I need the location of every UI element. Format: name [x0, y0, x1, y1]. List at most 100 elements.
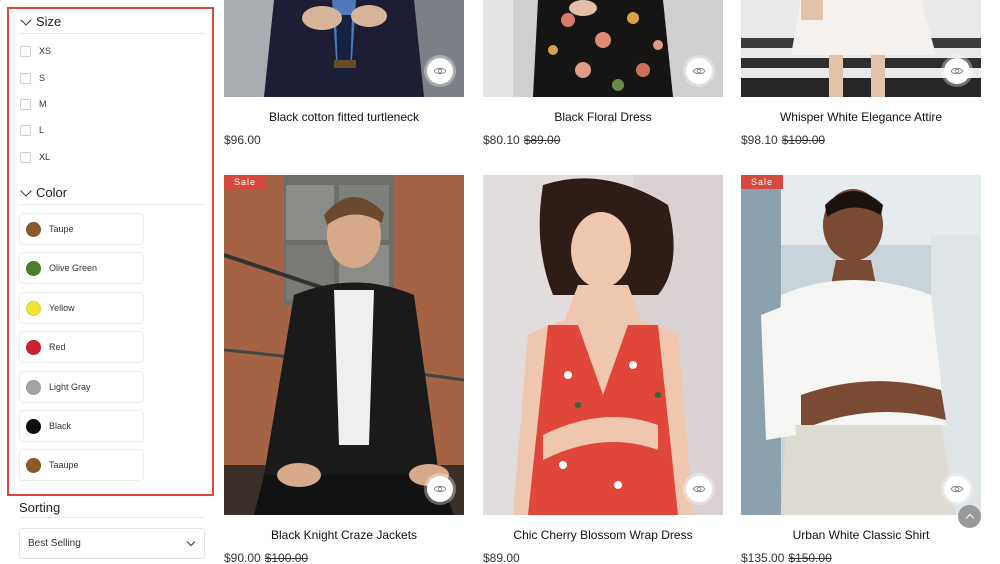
product-card: Sale Black Knight Craze Jackets $90.00 $1… [224, 175, 464, 564]
quick-view-button[interactable] [686, 476, 712, 502]
color-swatch [26, 418, 41, 434]
sale-badge: Sale [224, 175, 266, 189]
color-option-label: Taupe [49, 224, 74, 234]
color-option-red[interactable]: Red [19, 331, 144, 363]
size-option-m[interactable]: M [20, 96, 47, 112]
product-photo-leather-jacket [224, 175, 464, 515]
size-option-label: S [39, 73, 46, 83]
color-option-taaupe[interactable]: Taaupe [19, 449, 144, 481]
color-swatch [26, 221, 41, 237]
product-photo-suit [224, 0, 464, 97]
product-title[interactable]: Chic Cherry Blossom Wrap Dress [483, 528, 723, 542]
sale-badge: Sale [741, 175, 783, 189]
quick-view-button[interactable] [686, 58, 712, 84]
color-option-label: Red [49, 342, 66, 352]
product-title[interactable]: Whisper White Elegance Attire [741, 110, 981, 124]
size-option-label: M [39, 99, 47, 109]
color-option-black[interactable]: Black [19, 410, 144, 442]
product-title[interactable]: Black cotton fitted turtleneck [224, 110, 464, 124]
product-photo-cherry-dress [483, 175, 723, 515]
color-swatch [26, 260, 41, 276]
color-option-label: Black [49, 421, 72, 431]
eye-icon [433, 485, 447, 493]
eye-icon [950, 485, 964, 493]
color-option-olive-green[interactable]: Olive Green [19, 252, 144, 284]
eye-icon [950, 67, 964, 75]
chevron-down-icon [186, 537, 196, 547]
color-option-label: Light Gray [49, 382, 91, 392]
product-image[interactable] [741, 0, 981, 97]
product-card: Chic Cherry Blossom Wrap Dress $89.00 [483, 175, 723, 564]
checkbox[interactable] [20, 45, 31, 57]
color-swatch [26, 300, 41, 316]
quick-view-button[interactable] [427, 476, 453, 502]
product-price: $135.00 $150.00 [741, 551, 832, 564]
chevron-down-icon [20, 184, 32, 197]
product-photo-white-shirt [741, 175, 981, 515]
eye-icon [692, 485, 706, 493]
size-option-xs[interactable]: XS [20, 43, 51, 59]
size-filter-title: Size [36, 14, 62, 29]
quick-view-button[interactable] [427, 58, 453, 84]
product-card: Sale Urban White Classic Shirt $135.00 $1… [741, 175, 981, 564]
color-option-label: Yellow [49, 303, 75, 313]
scroll-to-top-button[interactable] [958, 505, 981, 528]
product-price: $89.00 [483, 551, 520, 564]
original-price: $100.00 [264, 551, 309, 564]
product-price: $90.00 $100.00 [224, 551, 308, 564]
current-price: $80.10 [483, 133, 520, 147]
filter-panel: Size XS S M L XL Color Taupe Olive Green… [7, 7, 214, 496]
size-option-l[interactable]: L [20, 122, 44, 138]
color-swatch [26, 457, 41, 473]
product-card: Black cotton fitted turtleneck $96.00 [224, 0, 464, 147]
chevron-up-icon [965, 513, 974, 523]
sort-selected-value: Best Selling [28, 538, 81, 549]
product-photo-floral-dress [483, 0, 723, 97]
checkbox[interactable] [20, 151, 31, 163]
eye-icon [433, 67, 447, 75]
size-option-s[interactable]: S [20, 70, 45, 86]
original-price: $150.00 [788, 551, 832, 564]
product-title[interactable]: Urban White Classic Shirt [741, 528, 981, 542]
original-price: $109.00 [781, 133, 826, 147]
product-price: $80.10 $89.00 [483, 133, 560, 147]
original-price: $89.00 [523, 133, 561, 147]
color-option-taupe[interactable]: Taupe [19, 213, 144, 245]
product-card: Black Floral Dress $80.10 $89.00 [483, 0, 723, 147]
color-option-label: Olive Green [49, 263, 98, 273]
chevron-down-icon [20, 13, 32, 26]
quick-view-button[interactable] [944, 476, 970, 502]
product-image[interactable] [483, 175, 723, 515]
size-option-label: XL [39, 152, 51, 162]
color-filter-toggle[interactable]: Color [19, 181, 205, 205]
size-option-label: L [39, 125, 45, 135]
product-image[interactable]: Sale [741, 175, 981, 515]
current-price: $89.00 [483, 551, 520, 564]
current-price: $135.00 [741, 551, 785, 564]
color-option-light-gray[interactable]: Light Gray [19, 371, 144, 403]
product-image[interactable]: Sale [224, 175, 464, 515]
color-swatch [26, 339, 41, 355]
size-option-xl[interactable]: XL [20, 149, 50, 165]
product-image[interactable] [224, 0, 464, 97]
checkbox[interactable] [20, 98, 31, 110]
color-swatch [26, 379, 41, 395]
product-title[interactable]: Black Floral Dress [483, 110, 723, 124]
checkbox[interactable] [20, 72, 31, 84]
product-title[interactable]: Black Knight Craze Jackets [224, 528, 464, 542]
current-price: $96.00 [224, 133, 261, 147]
color-filter-title: Color [36, 185, 68, 200]
product-photo-white-dress [741, 0, 981, 97]
current-price: $98.10 [741, 133, 778, 147]
size-filter-toggle[interactable]: Size [19, 10, 205, 34]
color-option-label: Taaupe [49, 460, 79, 470]
sort-select[interactable]: Best Selling [19, 528, 205, 559]
current-price: $90.00 [224, 551, 261, 564]
quick-view-button[interactable] [944, 58, 970, 84]
eye-icon [692, 67, 706, 75]
sorting-title: Sorting [19, 500, 205, 518]
product-price: $96.00 [224, 133, 261, 147]
color-option-yellow[interactable]: Yellow [19, 292, 144, 324]
checkbox[interactable] [20, 124, 31, 136]
product-image[interactable] [483, 0, 723, 97]
